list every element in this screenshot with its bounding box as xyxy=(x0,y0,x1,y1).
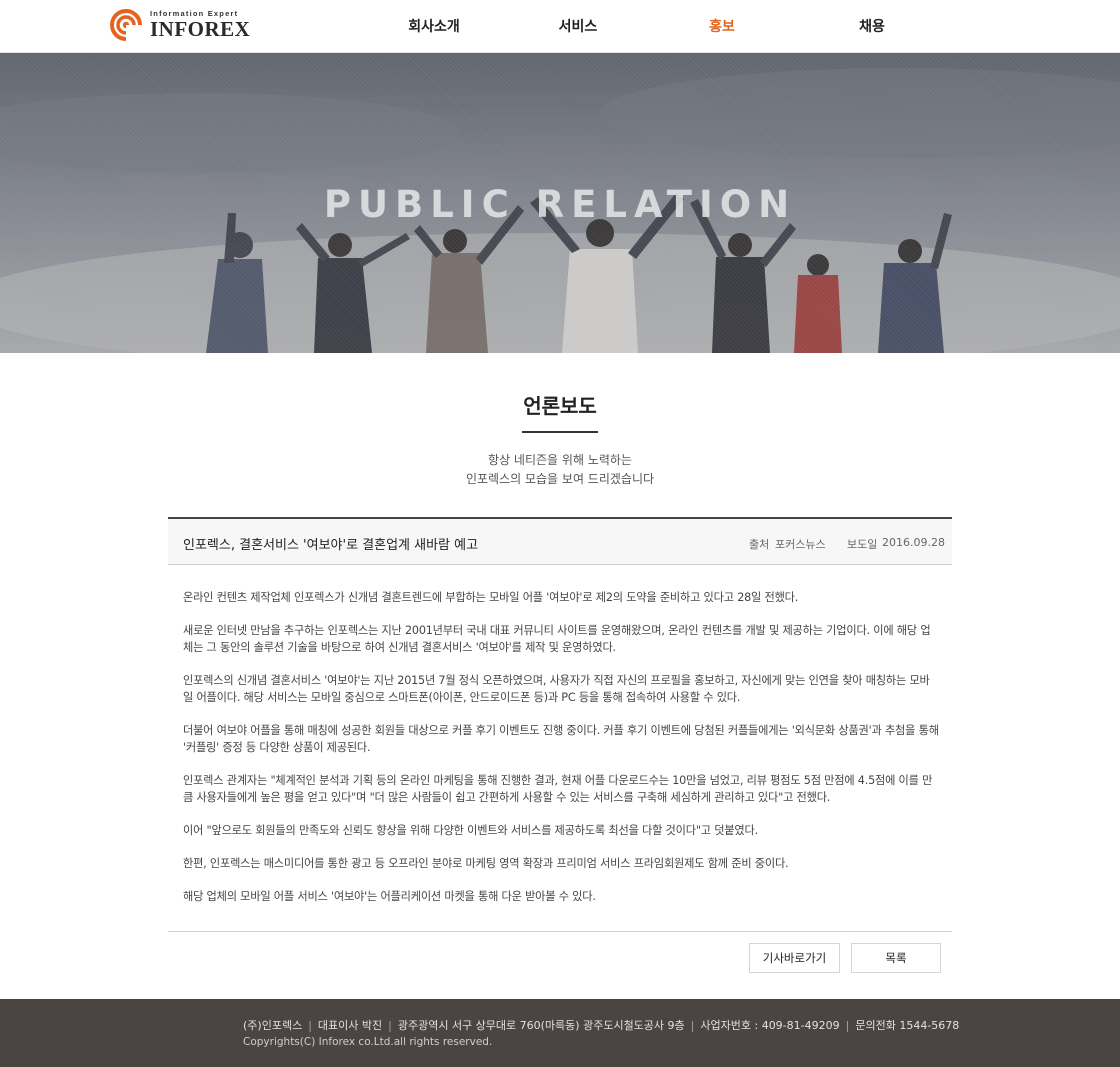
article-paragraph: 인포렉스의 신개념 결혼서비스 '여보야'는 지난 2015년 7월 정식 오픈… xyxy=(183,674,930,704)
source-value: 포커스뉴스 xyxy=(775,538,826,551)
main-nav: 회사소개 서비스 홍보 채용 xyxy=(0,0,1120,53)
page-subtitle-line1: 항상 네티즌을 위해 노력하는 xyxy=(488,453,632,467)
date-label: 보도일 xyxy=(847,538,878,551)
article-paragraph: 이어 "앞으로도 회원들의 만족도와 신뢰도 향상을 위해 다양한 이벤트와 서… xyxy=(183,824,758,837)
footer-ceo: 대표이사 박진 xyxy=(317,1019,383,1032)
page-subtitle-line2: 인포렉스의 모습을 보여 드리겠습니다 xyxy=(465,472,655,486)
footer-separator: | xyxy=(388,1019,392,1032)
nav-item-company[interactable]: 회사소개 xyxy=(394,16,474,36)
article-body: 온라인 컨텐츠 제작업체 인포렉스가 신개념 결혼트렌드에 부합하는 모바일 어… xyxy=(183,589,939,921)
article-paragraph: 한편, 인포렉스는 매스미디어를 통한 광고 등 오프라인 분야로 마케팅 영역… xyxy=(183,857,789,870)
nav-item-pr[interactable]: 홍보 xyxy=(682,16,762,36)
footer-separator: | xyxy=(690,1019,695,1032)
footer-business-no: 사업자번호 : 409-81-49209 xyxy=(700,1019,840,1032)
footer-address: 광주광역시 서구 상무대로 760(마륵동) 광주도시철도공사 9층 xyxy=(397,1019,685,1032)
article-title: 인포렉스, 결혼서비스 '여보야'로 결혼업계 새바람 예고 xyxy=(183,538,479,553)
article-paragraph: 새로운 인터넷 만남을 추구하는 인포렉스는 지난 2001년부터 국내 대표 … xyxy=(183,624,931,654)
page-title: 언론보도 xyxy=(523,394,597,418)
nav-item-recruit[interactable]: 채용 xyxy=(832,16,912,36)
nav-item-service[interactable]: 서비스 xyxy=(538,16,618,36)
footer-company: (주)인포렉스 xyxy=(243,1019,303,1032)
hero-title: PUBLIC RELATION xyxy=(323,183,797,226)
article-divider xyxy=(168,931,952,932)
article-paragraph: 해당 업체의 모바일 어플 서비스 '여보야'는 어플리케이션 마켓을 통해 다… xyxy=(183,890,596,903)
article-paragraph: 더불어 여보야 어플을 통해 매칭에 성공한 회원들 대상으로 커플 후기 이벤… xyxy=(183,724,939,754)
hero-banner: PUBLIC RELATION xyxy=(0,53,1120,353)
footer-separator: | xyxy=(308,1019,312,1032)
site-header: Information Expert INFOREX 회사소개 서비스 홍보 채… xyxy=(0,0,1120,53)
title-underline xyxy=(522,431,598,433)
go-article-button[interactable]: 기사바로가기 xyxy=(749,943,840,973)
article-paragraph: 인포렉스 관계자는 "체계적인 분석과 기획 등의 온라인 마케팅을 통해 진행… xyxy=(183,774,933,804)
article-header: 인포렉스, 결혼서비스 '여보야'로 결혼업계 새바람 예고 출처 포커스뉴스 … xyxy=(168,517,952,565)
footer-copyright: Copyrights(C) Inforex co.Ltd.all rights … xyxy=(243,1036,493,1048)
list-button[interactable]: 목록 xyxy=(851,943,941,973)
date-value: 2016.09.28 xyxy=(882,536,945,549)
source-label: 출처 xyxy=(749,538,770,551)
article-paragraph: 온라인 컨텐츠 제작업체 인포렉스가 신개념 결혼트렌드에 부합하는 모바일 어… xyxy=(183,591,799,604)
footer-info: (주)인포렉스 | 대표이사 박진 | 광주광역시 서구 상무대로 760(마륵동) 광… xyxy=(243,1017,959,1033)
press-article: 인포렉스, 결혼서비스 '여보야'로 결혼업계 새바람 예고 출처 포커스뉴스 … xyxy=(168,517,952,565)
footer-phone: 문의전화 1544-5678 xyxy=(855,1019,960,1032)
footer-separator: | xyxy=(845,1019,850,1032)
site-footer: (주)인포렉스 | 대표이사 박진 | 광주광역시 서구 상무대로 760(마륵동) 광… xyxy=(0,999,1120,1067)
